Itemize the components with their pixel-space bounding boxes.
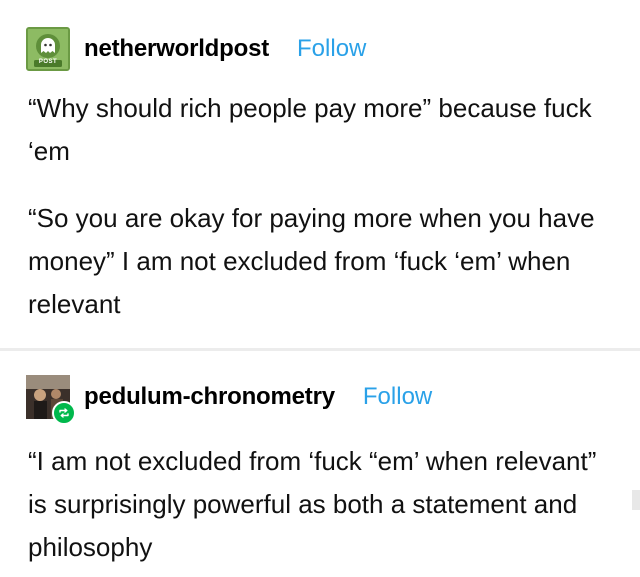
avatar[interactable]: POST (26, 27, 70, 71)
follow-button[interactable]: Follow (297, 35, 366, 63)
post-header: POST netherworldpost Follow (26, 27, 366, 71)
avatar[interactable] (26, 375, 76, 425)
post-paragraph: “So you are okay for paying more when yo… (28, 203, 595, 319)
username[interactable]: pedulum-chronometry (84, 383, 335, 411)
post-header: pedulum-chronometry Follow (26, 375, 432, 425)
post-divider (0, 348, 640, 351)
post-paragraph: “Why should rich people pay more” becaus… (28, 93, 592, 166)
username[interactable]: netherworldpost (84, 35, 269, 63)
reblog-icon (52, 401, 76, 425)
avatar-label: POST (38, 59, 58, 65)
post-paragraph: “I am not excluded from ‘fuck “em’ when … (28, 446, 597, 562)
follow-button[interactable]: Follow (363, 383, 432, 411)
scrollbar[interactable] (632, 490, 640, 510)
